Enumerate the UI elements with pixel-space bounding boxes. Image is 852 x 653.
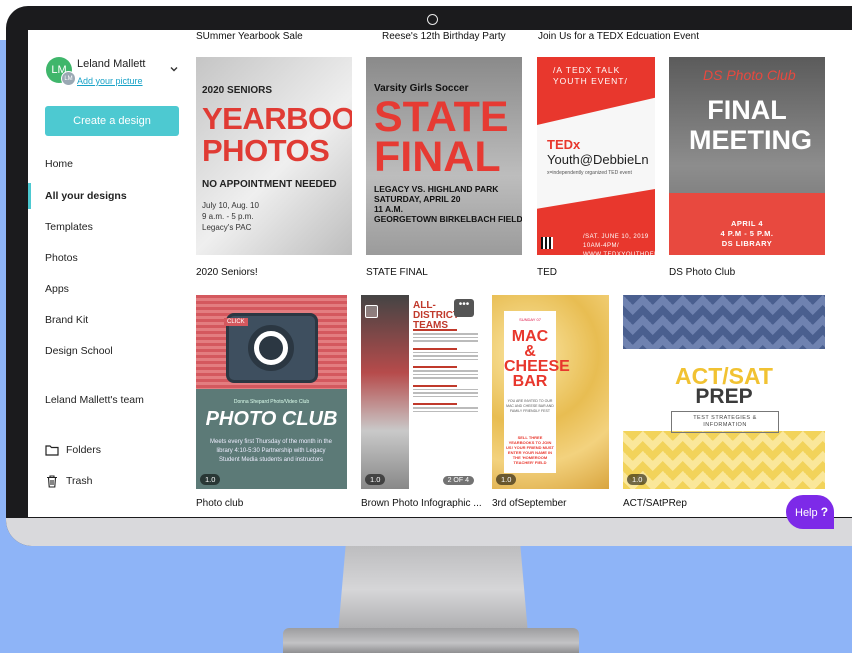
- design-card-state-final[interactable]: Varsity Girls Soccer STATE FINAL LEGACY …: [366, 57, 522, 255]
- help-question-icon: ?: [820, 505, 829, 519]
- page-count-badge: 2 OF 4: [442, 476, 474, 485]
- app-screen: LM LM Leland Mallett Add your picture Cr…: [28, 30, 852, 517]
- select-checkbox[interactable]: [365, 305, 378, 318]
- qr-code-icon: [541, 237, 553, 249]
- design-card-infographic[interactable]: ALL-DISTRICT TEAMS ••• 1.0 2 OF 4: [361, 295, 478, 489]
- design-caption[interactable]: Join Us for a TEDX Edcuation Event: [538, 31, 699, 42]
- design-caption[interactable]: 2020 Seniors!: [196, 267, 258, 278]
- design-caption[interactable]: DS Photo Club: [669, 267, 735, 278]
- design-card-yearbook[interactable]: 2020 SENIORS YEARBOOK PHOTOS NO APPOINTM…: [196, 57, 352, 255]
- add-picture-link[interactable]: Add your picture: [77, 76, 143, 86]
- card-text: Meets every first Thursday of the month …: [210, 439, 332, 463]
- nav-item-trash[interactable]: Trash: [66, 475, 92, 487]
- monitor-chin: [6, 518, 852, 546]
- card-headline: YEARBOOK PHOTOS: [202, 101, 352, 168]
- card-text: /A TEDX TALK YOUTH EVENT/: [553, 65, 628, 86]
- card-text: /SAT. JUNE 10, 2019 10AM-4PM/ WWW.TEDXYO…: [583, 234, 655, 255]
- card-text: 2020 SENIORS: [202, 85, 273, 96]
- card-text: TEST STRATEGIES & INFORMATION: [671, 411, 779, 433]
- nav-item-team[interactable]: Leland Mallett's team: [45, 394, 144, 406]
- nav-item-apps[interactable]: Apps: [45, 283, 69, 295]
- card-headline: PHOTO CLUB: [205, 408, 338, 430]
- create-design-button[interactable]: Create a design: [45, 106, 179, 136]
- card-text: DS Photo Club: [703, 67, 796, 83]
- version-tag: 1.0: [200, 474, 221, 485]
- camera-lens-inner: [259, 336, 283, 360]
- help-label: Help: [795, 507, 818, 519]
- nav-item-photos[interactable]: Photos: [45, 252, 78, 264]
- card-text-lines: [413, 323, 478, 414]
- card-photo: [361, 295, 409, 489]
- more-options-button[interactable]: •••: [454, 299, 474, 317]
- card-text: CLICK: [224, 318, 248, 326]
- nav-item-templates[interactable]: Templates: [45, 221, 93, 233]
- design-caption[interactable]: STATE FINAL: [366, 267, 428, 278]
- card-headline: PREP: [695, 385, 753, 408]
- webcam-icon: [427, 14, 438, 25]
- card-text: July 10, Aug. 10 9 a.m. - 5 p.m. Legacy'…: [202, 201, 259, 232]
- active-nav-indicator: [28, 183, 31, 209]
- version-tag: 1.0: [365, 474, 386, 485]
- card-pattern: [623, 431, 825, 489]
- design-card-mac-cheese[interactable]: SUNDAY 07 MAC & CHEESE BAR YOU ARE INVIT…: [492, 295, 609, 489]
- ted-logo: TEDx: [547, 137, 581, 152]
- version-tag: 1.0: [496, 474, 517, 485]
- design-caption[interactable]: TED: [537, 267, 557, 278]
- nav-item-brand-kit[interactable]: Brand Kit: [45, 314, 88, 326]
- folder-icon: [45, 445, 59, 456]
- chevron-down-icon[interactable]: [168, 63, 180, 75]
- help-button[interactable]: Help ?: [786, 495, 834, 529]
- design-caption[interactable]: Reese's 12th Birthday Party: [382, 31, 506, 42]
- card-headline: FINAL MEETING: [689, 95, 813, 155]
- card-text: Donna Shepard Photo/Video Club: [233, 399, 310, 405]
- nav-item-design-school[interactable]: Design School: [45, 345, 113, 357]
- card-text: SELL THREE YEARBOOKS TO JOIN US! YOUR FR…: [506, 435, 554, 465]
- card-text: NO APPOINTMENT NEEDED: [202, 179, 337, 190]
- designs-grid: SUmmer Yearbook Sale Reese's 12th Birthd…: [194, 30, 852, 517]
- design-card-ds-photo-club[interactable]: DS Photo Club FINAL MEETING APRIL 4 4 P.…: [669, 57, 825, 255]
- nav-item-all-designs[interactable]: All your designs: [45, 190, 127, 202]
- card-headline: Youth@DebbieLn: [547, 152, 649, 167]
- design-caption[interactable]: SUmmer Yearbook Sale: [196, 31, 303, 42]
- card-pattern: [623, 295, 825, 349]
- design-caption[interactable]: ACT/SAtPRep: [623, 498, 687, 509]
- design-caption[interactable]: 3rd ofSeptember: [492, 498, 567, 509]
- monitor-base: [283, 628, 579, 653]
- avatar-badge: LM: [61, 71, 76, 86]
- design-card-photo-club[interactable]: CLICK Donna Shepard Photo/Video Club PHO…: [196, 295, 347, 489]
- card-text: APRIL 4 4 P.M - 5 P.M. DS LIBRARY: [720, 219, 774, 248]
- monitor-stand: [338, 546, 528, 634]
- card-text: x=independently organized TED event: [547, 170, 632, 176]
- version-tag: 1.0: [627, 474, 648, 485]
- user-name: Leland Mallett: [77, 58, 146, 70]
- card-headline: STATE FINAL: [374, 93, 509, 181]
- nav-item-home[interactable]: Home: [45, 158, 73, 170]
- trash-icon: [47, 475, 57, 488]
- card-text: SUNDAY 07: [519, 317, 541, 322]
- sidebar: LM LM Leland Mallett Add your picture Cr…: [28, 30, 190, 517]
- design-caption[interactable]: Photo club: [196, 498, 243, 509]
- card-headline: MAC & CHEESE BAR: [504, 328, 570, 390]
- nav-item-folders[interactable]: Folders: [66, 444, 101, 456]
- card-text: YOU ARE INVITED TO OUR MAC AND CHEESE BA…: [506, 399, 554, 413]
- design-caption[interactable]: Brown Photo Infographic ...: [361, 498, 482, 509]
- design-card-act-sat[interactable]: ACT/SAT PREP TEST STRATEGIES & INFORMATI…: [623, 295, 825, 489]
- design-card-ted[interactable]: /A TEDX TALK YOUTH EVENT/ TEDx Youth@Deb…: [537, 57, 655, 255]
- card-text: LEGACY VS. HIGHLAND PARK SATURDAY, APRIL…: [374, 184, 522, 224]
